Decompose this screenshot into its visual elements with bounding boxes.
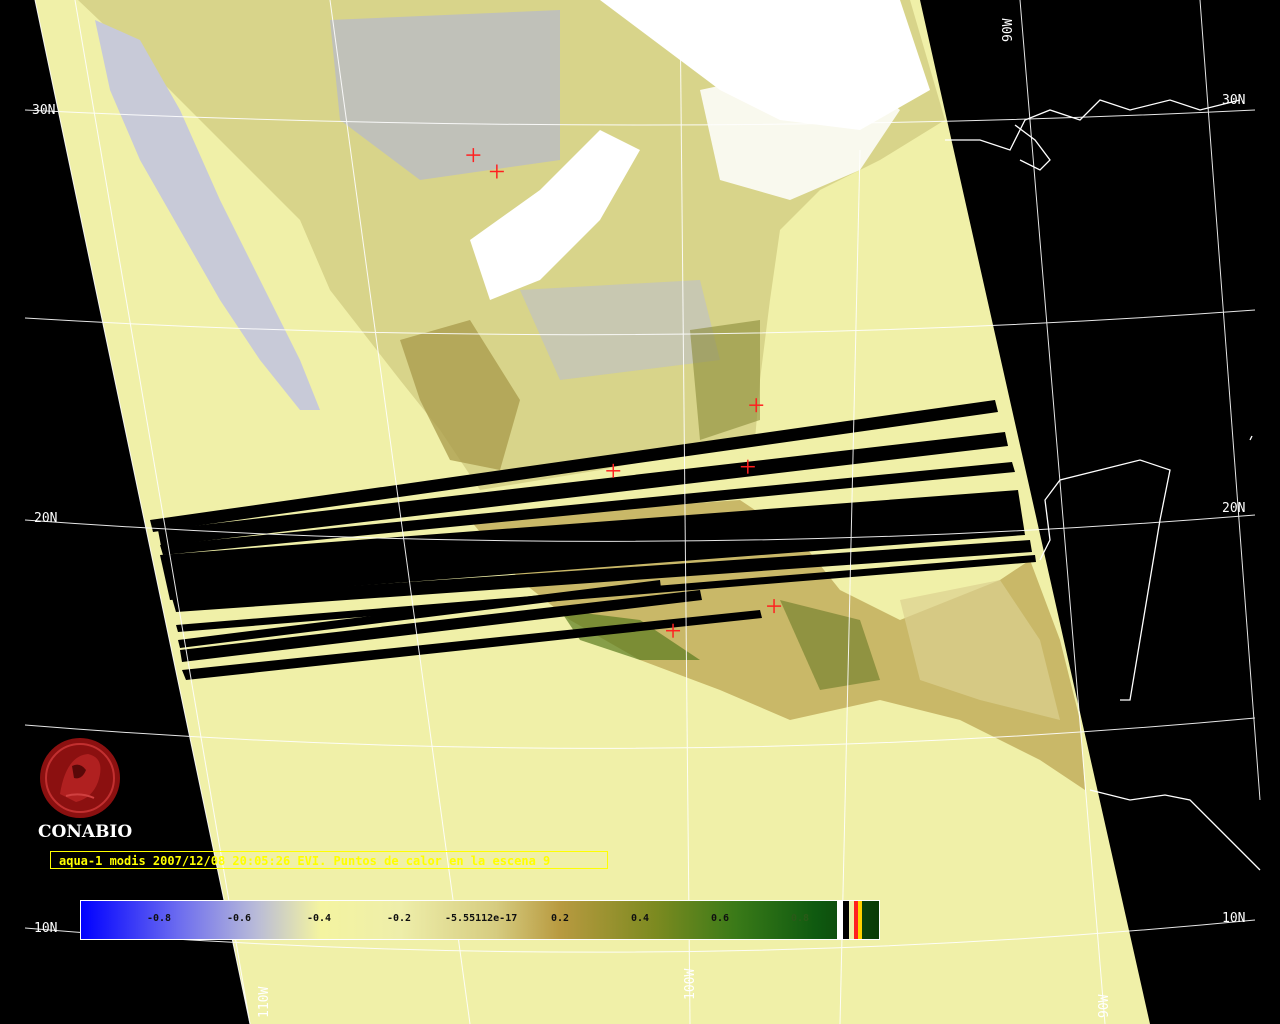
- lon-label-110w: 110W: [257, 987, 272, 1018]
- colorbar-tick: -0.8: [147, 913, 172, 924]
- colorbar-yellow-swatch: [858, 901, 862, 939]
- lat-label-20n-right: 20N: [1222, 501, 1245, 516]
- map-canvas: 30N 30N 20N 20N 10N 10N 110W 100W 90W 90…: [24, 0, 1261, 1024]
- colorbar-tick: -0.2: [387, 913, 412, 924]
- conabio-emblem-icon: [40, 738, 120, 818]
- colorbar-tick: 0.6: [711, 913, 730, 924]
- colorbar-tick: 0.2: [551, 913, 570, 924]
- lon-line-85w: [1199, 0, 1261, 801]
- lon-label-90w-bottom: 90W: [1097, 994, 1112, 1018]
- lat-label-20n-left: 20N: [34, 511, 57, 526]
- colorbar-tick: 0.8: [791, 913, 810, 924]
- colorbar-tick: -0.4: [307, 913, 332, 924]
- lat-label-30n-left: 30N: [32, 103, 55, 118]
- evi-colorbar: -0.8 -0.6 -0.4 -0.2 -5.55112e-17 0.2 0.4…: [80, 900, 880, 940]
- colorbar-tick: -0.6: [227, 913, 252, 924]
- conabio-logo-text: CONABIO: [38, 822, 133, 842]
- sierra-oriental-vegetation: [690, 320, 760, 440]
- satellite-map-view: 30N 30N 20N 20N 10N 10N 110W 100W 90W 90…: [0, 0, 1280, 1024]
- lat-label-10n-left: 10N: [34, 921, 57, 936]
- lat-label-10n-right: 10N: [1222, 911, 1245, 926]
- lat-label-30n-right: 30N: [1222, 93, 1245, 108]
- colorbar-tick: 0.4: [631, 913, 650, 924]
- image-caption: aqua-1 modis 2007/12/08 20:05:26 EVI. Pu…: [50, 851, 608, 869]
- lon-label-90w-top: 90W: [1001, 18, 1016, 42]
- lon-label-100w: 100W: [683, 969, 698, 1000]
- colorbar-tick: -5.55112e-17: [445, 913, 518, 924]
